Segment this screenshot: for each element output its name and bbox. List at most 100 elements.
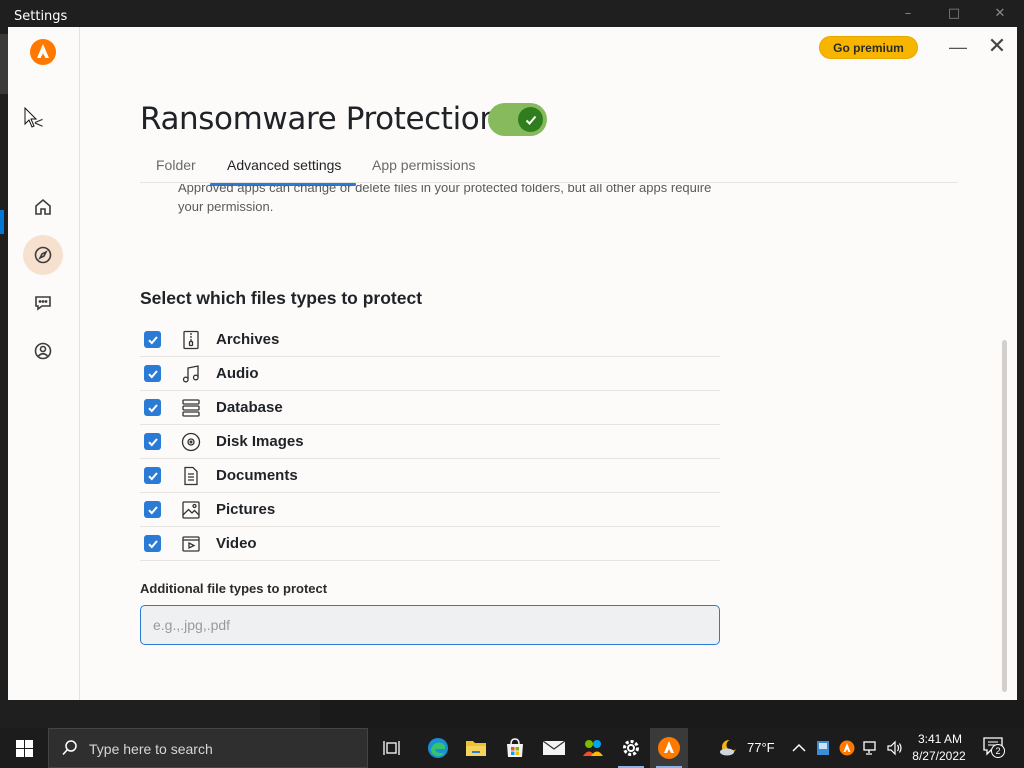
toggle-knob [518, 107, 543, 132]
people-app-button[interactable] [574, 728, 612, 768]
file-type-row[interactable]: Pictures [140, 493, 720, 527]
tab-advanced-settings[interactable]: Advanced settings [227, 155, 341, 185]
music-icon [180, 363, 202, 385]
clock-date[interactable]: 8/27/2022 [908, 749, 970, 763]
tab-folder[interactable]: Folder [156, 155, 196, 185]
frame-minimize-button[interactable]: – [898, 6, 918, 21]
nav-home[interactable] [23, 187, 63, 227]
frame-close-button[interactable]: ✕ [990, 6, 1010, 21]
checkmark-icon [147, 369, 158, 378]
task-view-icon [383, 741, 400, 755]
scrollbar[interactable] [1002, 184, 1008, 694]
chevron-up-icon[interactable] [790, 739, 808, 757]
notification-center-button[interactable]: 2 [978, 736, 1012, 760]
edge-icon [428, 738, 448, 758]
search-icon [62, 740, 77, 756]
minimize-button[interactable]: — [948, 37, 968, 61]
avast-icon [658, 737, 680, 759]
clock-time[interactable]: 3:41 AM [912, 732, 968, 746]
file-type-label: Database [216, 399, 283, 416]
file-type-row[interactable]: Audio [140, 357, 720, 391]
avast-app-button[interactable] [650, 728, 688, 768]
file-type-checkbox[interactable] [144, 501, 161, 518]
account-icon [34, 342, 52, 360]
checkmark-icon [147, 505, 158, 514]
file-explorer-icon [466, 741, 486, 756]
frame-restore-button[interactable]: □ [944, 6, 964, 21]
weather-temperature[interactable]: 77°F [747, 740, 775, 755]
scrollbar-thumb[interactable] [1002, 340, 1007, 692]
search-placeholder: Type here to search [89, 741, 213, 757]
task-view-button[interactable] [373, 728, 411, 768]
tabs-divider [140, 182, 958, 183]
frame-sidebar-shade [0, 34, 8, 94]
protection-toggle[interactable] [488, 103, 547, 136]
back-button[interactable]: < [34, 115, 54, 135]
database-icon [180, 397, 202, 419]
file-type-label: Pictures [216, 501, 276, 518]
file-type-label: Audio [216, 365, 259, 382]
file-type-label: Disk Images [216, 433, 304, 450]
compass-icon [34, 246, 52, 264]
file-type-label: Archives [216, 331, 280, 348]
file-type-checkbox[interactable] [144, 535, 161, 552]
store-app-button[interactable] [496, 728, 534, 768]
start-button[interactable] [0, 728, 48, 768]
file-type-checkbox[interactable] [144, 433, 161, 450]
tab-app-permissions[interactable]: App permissions [372, 155, 476, 185]
taskbar-search-box[interactable]: Type here to search [48, 728, 368, 768]
section-heading: Select which files types to protect [140, 288, 423, 308]
network-icon[interactable] [862, 739, 880, 757]
file-type-row[interactable]: Archives [140, 323, 720, 357]
scroll-content: Approved apps can change or delete files… [80, 184, 1000, 700]
avast-tray-icon[interactable] [838, 739, 856, 757]
settings-app-button[interactable] [612, 728, 650, 768]
file-type-checkbox[interactable] [144, 331, 161, 348]
app-window: < Go premium — ✕ Ransomware Protection F… [8, 27, 1017, 700]
go-premium-button[interactable]: Go premium [819, 36, 918, 59]
edge-app-button[interactable] [419, 728, 457, 768]
app-sidebar: < [8, 27, 80, 700]
taskbar: Type here to search 77°F 3:41 AM 8/27/20… [0, 728, 1024, 768]
page-title: Ransomware Protection [140, 101, 499, 137]
file-type-label: Video [216, 535, 257, 552]
permission-description: Approved apps can change or delete files… [178, 184, 712, 214]
people-icon [583, 740, 603, 756]
nav-account[interactable] [23, 331, 63, 371]
file-type-row[interactable]: Database [140, 391, 720, 425]
file-type-row[interactable]: Documents [140, 459, 720, 493]
file-explorer-button[interactable] [457, 728, 495, 768]
file-type-row[interactable]: Disk Images [140, 425, 720, 459]
file-type-checkbox[interactable] [144, 467, 161, 484]
windows-logo-icon [15, 739, 33, 757]
checkmark-icon [147, 539, 158, 548]
checkmark-icon [147, 403, 158, 412]
picture-icon [180, 499, 202, 521]
home-icon [35, 198, 51, 215]
file-type-row[interactable]: Video [140, 527, 720, 561]
tray-app-icon[interactable] [814, 739, 832, 757]
additional-file-types-label: Additional file types to protect [140, 581, 328, 596]
store-icon [507, 738, 523, 757]
avast-logo-icon [30, 39, 56, 65]
archive-icon [180, 329, 202, 351]
volume-icon[interactable] [886, 739, 904, 757]
frame-selection-indicator [0, 210, 4, 234]
nav-explore[interactable] [23, 235, 63, 275]
mail-app-button[interactable] [535, 728, 573, 768]
chat-icon [35, 296, 51, 311]
close-button[interactable]: ✕ [986, 35, 1008, 59]
weather-icon[interactable] [718, 737, 740, 759]
checkmark-icon [147, 471, 158, 480]
nav-chat[interactable] [23, 283, 63, 323]
notification-count-badge: 2 [991, 744, 1005, 758]
file-type-checkbox[interactable] [144, 399, 161, 416]
document-icon [180, 465, 202, 487]
additional-file-types-input[interactable] [140, 605, 720, 645]
settings-icon [623, 740, 639, 756]
file-type-checkbox[interactable] [144, 365, 161, 382]
checkmark-icon [525, 115, 536, 125]
mail-icon [542, 740, 566, 755]
disc-icon [180, 431, 202, 453]
settings-window-title: Settings [14, 9, 68, 24]
